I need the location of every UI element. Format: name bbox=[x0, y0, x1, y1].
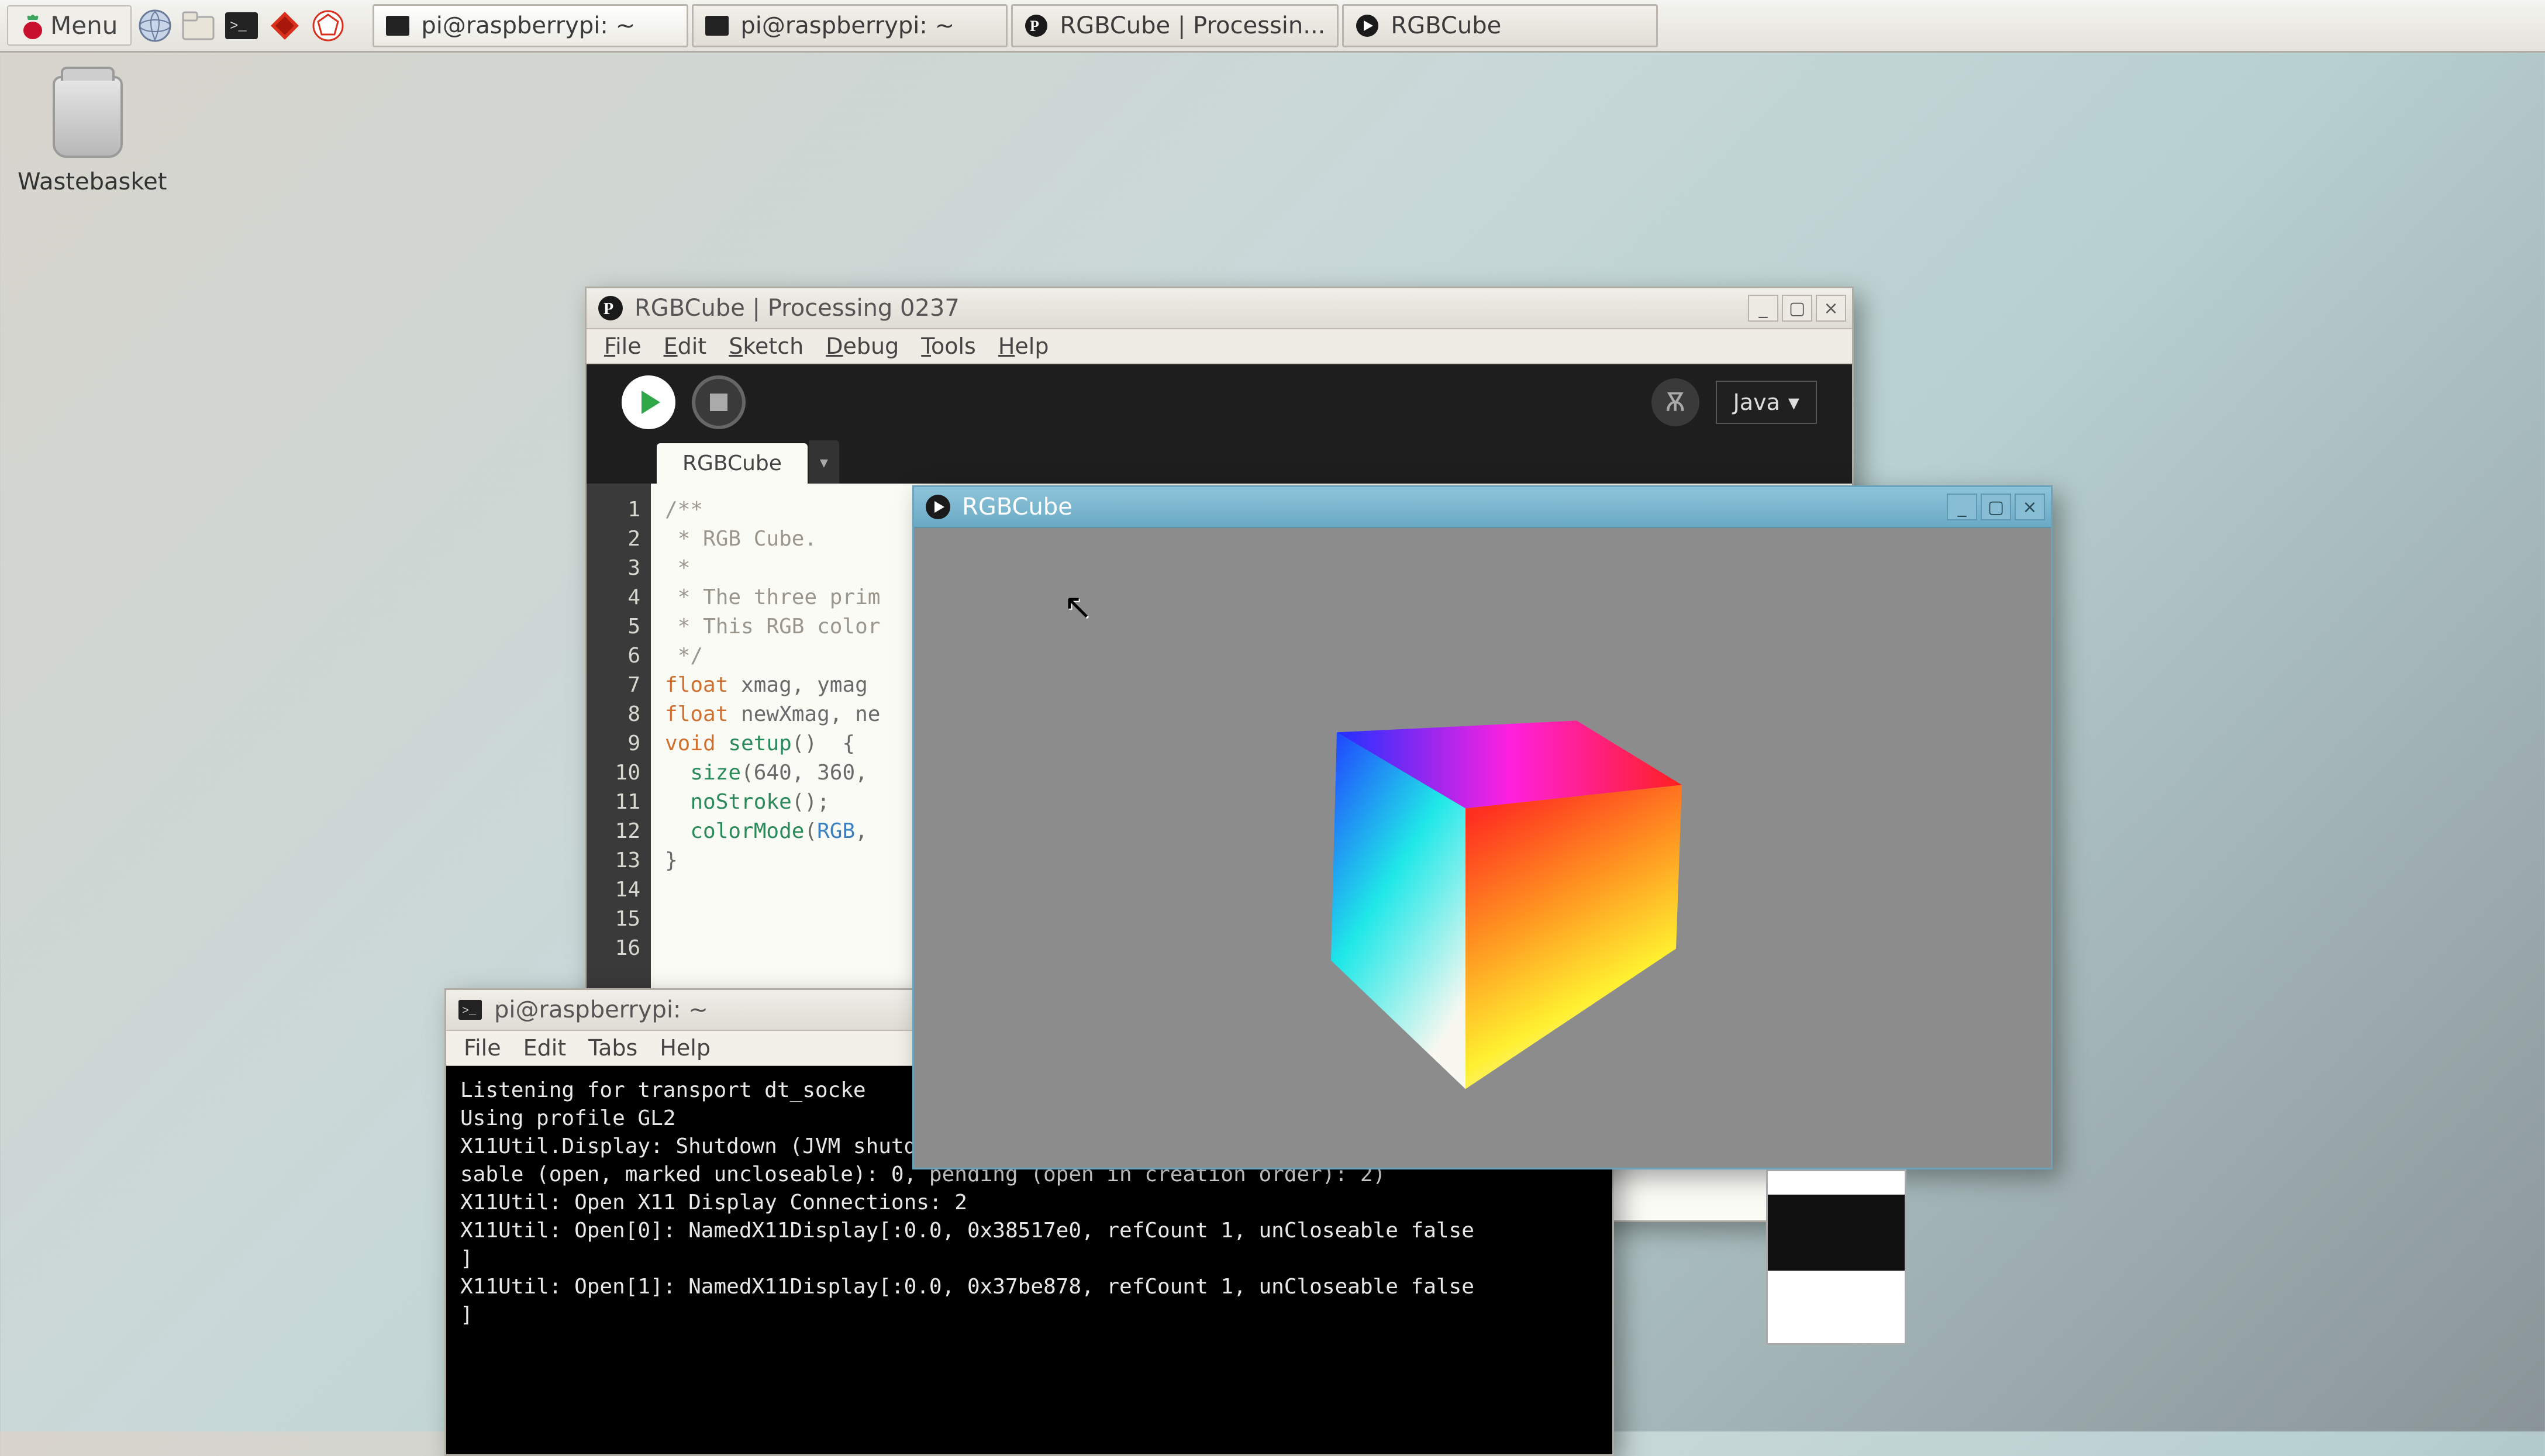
wolfram-icon[interactable] bbox=[308, 6, 348, 46]
terminal-icon bbox=[386, 14, 409, 37]
taskbar-window-label: pi@raspberrypi: ~ bbox=[740, 12, 954, 39]
menu-help[interactable]: Help bbox=[998, 333, 1049, 359]
play-icon bbox=[1356, 14, 1379, 37]
menu-file[interactable]: File bbox=[604, 333, 642, 359]
processing-icon: P bbox=[1025, 14, 1048, 37]
processing-menubar: File Edit Sketch Debug Tools Help bbox=[587, 329, 1852, 364]
taskbar-window-processing[interactable]: P RGBCube | Processin... bbox=[1011, 4, 1339, 47]
sketch-title: RGBCube bbox=[962, 494, 1936, 520]
background-window-fragment bbox=[1766, 1169, 1906, 1345]
menu-edit[interactable]: Edit bbox=[523, 1035, 567, 1061]
sketch-runner-window: RGBCube _ ▢ × ↖ bbox=[912, 485, 2053, 1169]
terminal-icon: >_ bbox=[457, 996, 484, 1023]
processing-toolbar: Ѫ Java ▾ bbox=[587, 364, 1852, 440]
terminal-icon bbox=[705, 14, 729, 37]
stop-button[interactable] bbox=[692, 375, 746, 429]
minimize-button[interactable]: _ bbox=[1947, 494, 1977, 520]
stop-icon bbox=[710, 394, 727, 411]
mode-label: Java bbox=[1733, 389, 1780, 415]
wastebasket-desktop-icon[interactable]: Wastebasket bbox=[18, 76, 158, 195]
taskbar-window-label: RGBCube | Processin... bbox=[1060, 12, 1325, 39]
sketch-canvas[interactable]: ↖ bbox=[914, 528, 2051, 1168]
taskbar-window-terminal-2[interactable]: pi@raspberrypi: ~ bbox=[692, 4, 1008, 47]
close-button[interactable]: × bbox=[2015, 494, 2045, 520]
taskbar: Menu >_ pi@raspberrypi: ~ pi@raspberrypi… bbox=[0, 0, 2545, 53]
close-button[interactable]: × bbox=[1816, 295, 1846, 322]
svg-text:>_: >_ bbox=[462, 1005, 477, 1018]
mouse-cursor-icon: ↖ bbox=[1063, 586, 1092, 627]
butterfly-icon: Ѫ bbox=[1665, 388, 1685, 418]
play-icon bbox=[925, 494, 951, 520]
menu-edit[interactable]: Edit bbox=[664, 333, 707, 359]
tab-menu-button[interactable]: ▾ bbox=[809, 440, 839, 484]
menu-file[interactable]: File bbox=[464, 1035, 501, 1061]
svg-text:P: P bbox=[604, 300, 613, 318]
start-menu-label: Menu bbox=[50, 11, 118, 40]
minimize-button[interactable]: _ bbox=[1748, 295, 1778, 322]
maximize-button[interactable]: ▢ bbox=[1981, 494, 2011, 520]
processing-icon: P bbox=[597, 295, 624, 322]
wastebasket-label: Wastebasket bbox=[18, 168, 158, 195]
trash-icon bbox=[53, 76, 123, 158]
processing-titlebar[interactable]: P RGBCube | Processing 0237 _ ▢ × bbox=[587, 288, 1852, 329]
mathematica-icon[interactable] bbox=[265, 6, 305, 46]
menu-debug[interactable]: Debug bbox=[826, 333, 899, 359]
sketch-titlebar[interactable]: RGBCube _ ▢ × bbox=[914, 487, 2051, 528]
raspberry-icon bbox=[21, 12, 44, 40]
web-browser-icon[interactable] bbox=[135, 6, 175, 46]
taskbar-window-sketch[interactable]: RGBCube bbox=[1342, 4, 1658, 47]
menu-tabs[interactable]: Tabs bbox=[588, 1035, 637, 1061]
taskbar-window-terminal-1[interactable]: pi@raspberrypi: ~ bbox=[373, 4, 688, 47]
sketch-tab-rgbcube[interactable]: RGBCube bbox=[657, 443, 808, 484]
play-icon bbox=[642, 391, 660, 414]
terminal-launcher-icon[interactable]: >_ bbox=[222, 6, 261, 46]
taskbar-window-label: RGBCube bbox=[1391, 12, 1501, 39]
rgb-cube-graphic bbox=[1232, 656, 1688, 1112]
run-button[interactable] bbox=[622, 375, 675, 429]
menu-help[interactable]: Help bbox=[660, 1035, 711, 1061]
mode-selector[interactable]: Java ▾ bbox=[1716, 381, 1817, 424]
chevron-down-icon: ▾ bbox=[1788, 389, 1799, 415]
menu-sketch[interactable]: Sketch bbox=[729, 333, 803, 359]
debug-button[interactable]: Ѫ bbox=[1651, 378, 1699, 426]
taskbar-window-label: pi@raspberrypi: ~ bbox=[421, 12, 635, 39]
menu-tools[interactable]: Tools bbox=[921, 333, 976, 359]
processing-title: RGBCube | Processing 0237 bbox=[634, 295, 1737, 322]
sketch-tabbar: RGBCube ▾ bbox=[587, 440, 1852, 484]
svg-text:>_: >_ bbox=[230, 19, 247, 34]
file-manager-icon[interactable] bbox=[178, 6, 218, 46]
start-menu-button[interactable]: Menu bbox=[7, 5, 132, 46]
svg-text:P: P bbox=[1030, 18, 1039, 34]
maximize-button[interactable]: ▢ bbox=[1782, 295, 1812, 322]
